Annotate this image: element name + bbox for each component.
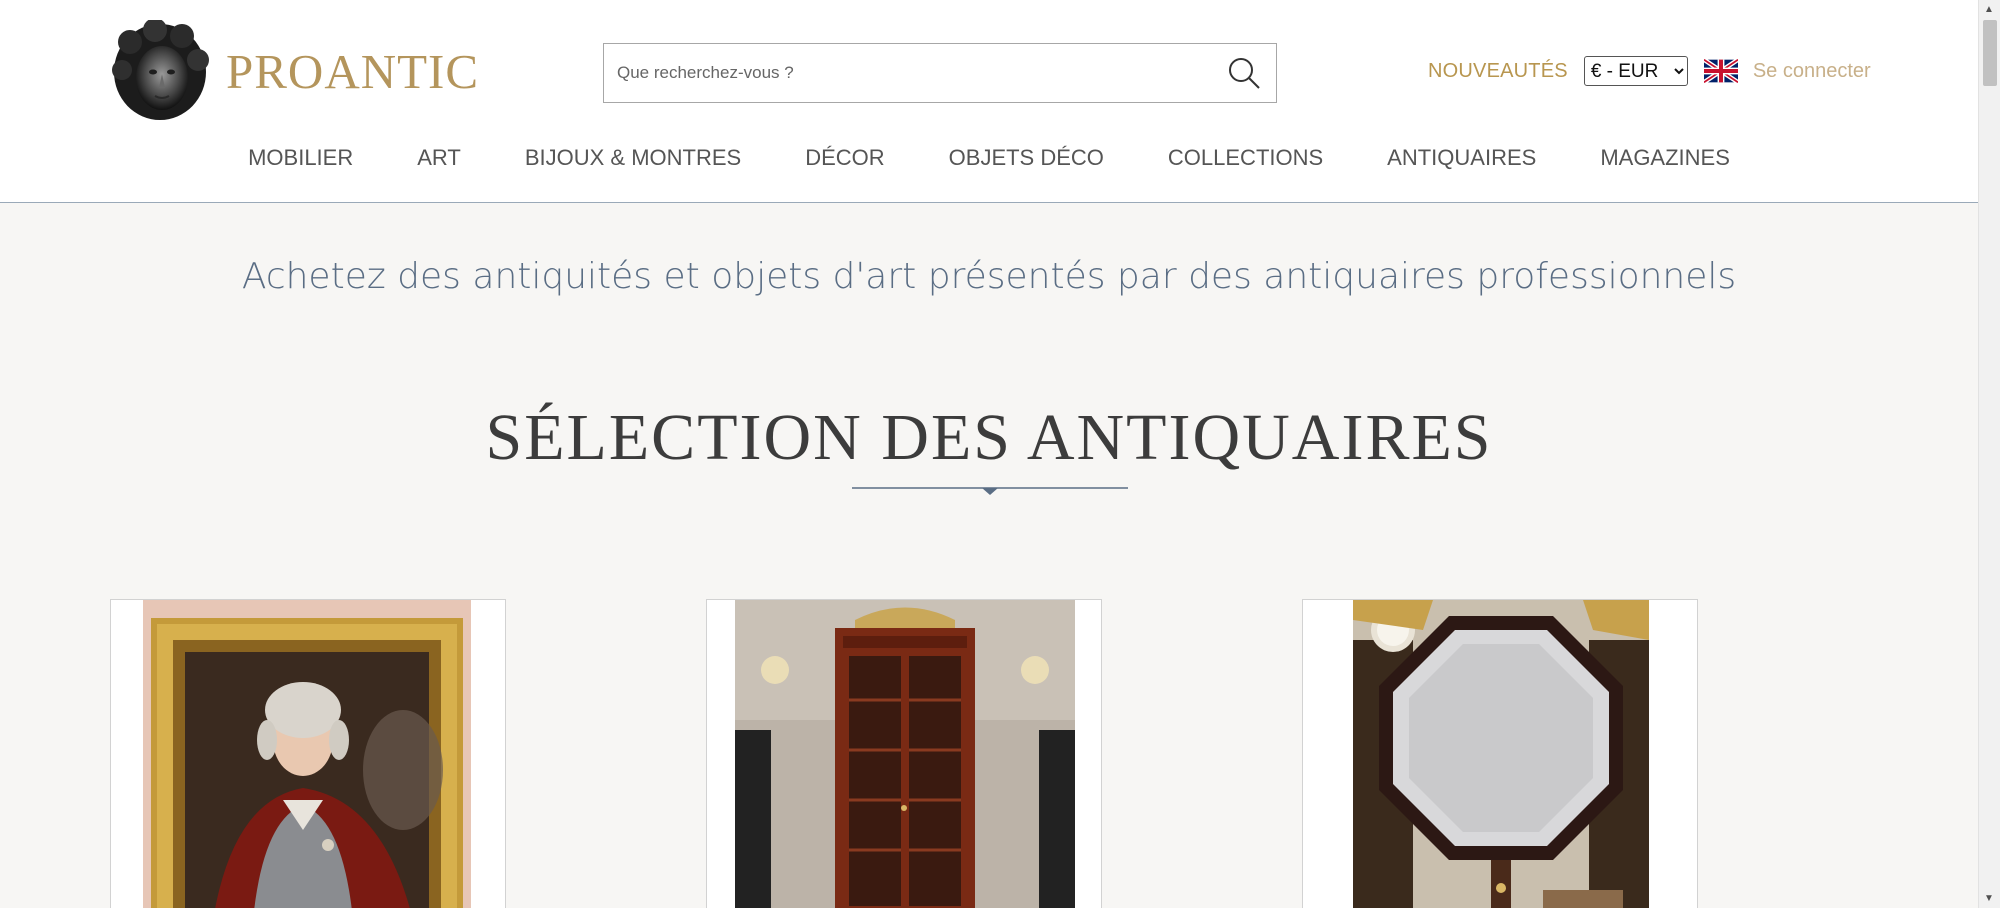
nav-item-decor[interactable]: DÉCOR: [773, 145, 916, 171]
logo-text: PROANTIC: [226, 43, 480, 99]
cabinet-image: [735, 600, 1075, 908]
search-input[interactable]: [604, 44, 1204, 102]
nav-item-art[interactable]: ART: [385, 145, 493, 171]
search-button[interactable]: [1222, 53, 1266, 93]
logo-head-icon: [112, 20, 209, 120]
nav-item-magazines[interactable]: MAGAZINES: [1568, 145, 1762, 171]
page-scrollbar[interactable]: ▲ ▼: [1978, 0, 2000, 908]
nav-item-collections[interactable]: COLLECTIONS: [1136, 145, 1355, 171]
nav-item-mobilier[interactable]: MOBILIER: [216, 145, 385, 171]
nav-item-antiquaires[interactable]: ANTIQUAIRES: [1355, 145, 1568, 171]
currency-select[interactable]: € - EUR: [1583, 56, 1688, 86]
title-divider: [852, 487, 1128, 495]
tagline: Achetez des antiquités et objets d'art p…: [241, 256, 1737, 297]
search-icon: [1229, 58, 1260, 89]
nav-item-bijoux-montres[interactable]: BIJOUX & MONTRES: [493, 145, 773, 171]
table-image: [1353, 600, 1649, 908]
product-card-cabinet[interactable]: [706, 599, 1102, 908]
section-title: SÉLECTION DES ANTIQUAIRES: [485, 401, 1493, 474]
login-link[interactable]: Se connecter: [1753, 60, 1871, 83]
product-card-table[interactable]: [1302, 599, 1698, 908]
main-nav: MOBILIER ART BIJOUX & MONTRES DÉCOR OBJE…: [0, 145, 1978, 171]
site-header: PROANTIC NOUVEAUTÉS € - EUR Se connecter…: [0, 0, 1978, 203]
scroll-up-arrow-icon[interactable]: ▲: [1984, 4, 1994, 15]
scroll-down-arrow-icon[interactable]: ▼: [1984, 893, 1994, 904]
nouveautes-link[interactable]: NOUVEAUTÉS: [1428, 60, 1568, 83]
uk-flag-icon[interactable]: [1703, 59, 1738, 83]
portrait-painting-image: [143, 600, 471, 908]
logo[interactable]: PROANTIC: [110, 20, 479, 122]
scrollbar-thumb[interactable]: [1983, 20, 1997, 86]
search-box: [603, 43, 1277, 103]
nav-item-objets-deco[interactable]: OBJETS DÉCO: [917, 145, 1136, 171]
product-card-portrait[interactable]: [110, 599, 506, 908]
